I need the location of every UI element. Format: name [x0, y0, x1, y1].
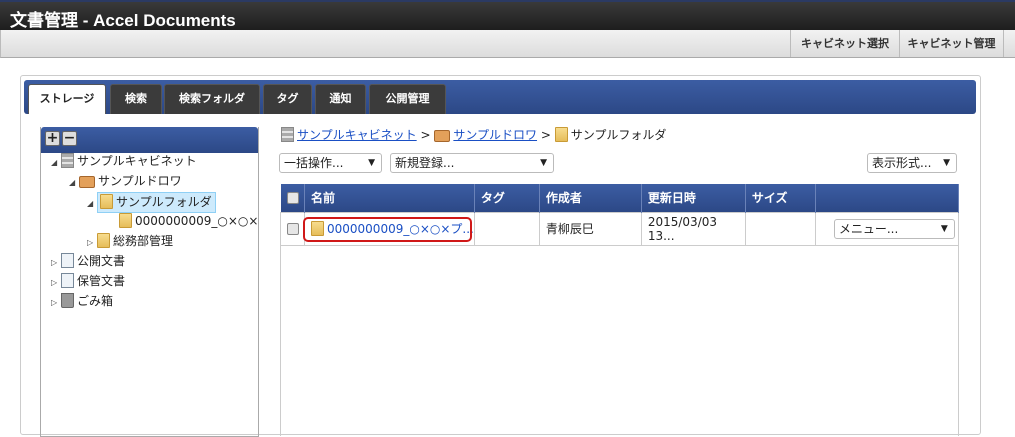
archive-document-icon — [61, 273, 74, 288]
breadcrumb-cabinet[interactable]: サンプルキャビネット — [297, 128, 417, 142]
table-empty-area — [280, 246, 959, 436]
breadcrumb-drawer[interactable]: サンプルドロワ — [453, 128, 537, 142]
node-label: 公開文書 — [77, 254, 126, 268]
node-label: サンプルキャビネット — [77, 154, 197, 168]
tab-publish[interactable]: 公開管理 — [369, 84, 446, 114]
node-label: 0000000009_○×○×プロ — [135, 214, 259, 228]
cell-author: 青柳辰巳 — [538, 211, 642, 246]
col-menu — [815, 184, 960, 212]
col-size[interactable]: サイズ — [745, 184, 816, 212]
col-author[interactable]: 作成者 — [539, 184, 642, 212]
tree-node-cabinet[interactable]: ◢ サンプルキャビネット — [51, 152, 197, 171]
select-label: 新規登録... — [395, 156, 455, 170]
expand-all-button[interactable]: + — [45, 131, 60, 146]
node-label: ごみ箱 — [77, 294, 114, 308]
row-menu-select[interactable]: メニュー... ▼ — [833, 218, 955, 239]
tab-storage[interactable]: ストレージ — [28, 84, 106, 114]
toolbar: キャビネット選択 キャビネット管理 — [0, 30, 1015, 58]
dropdown-arrow-icon: ▼ — [368, 158, 375, 168]
dropdown-arrow-icon: ▼ — [940, 223, 948, 234]
new-register-select[interactable]: 新規登録... ▼ — [390, 153, 554, 173]
trash-icon — [61, 293, 74, 308]
public-document-icon — [61, 253, 74, 268]
cabinet-manage-button[interactable]: キャビネット管理 — [899, 30, 1004, 57]
select-all-checkbox[interactable] — [286, 192, 299, 205]
breadcrumb: サンプルキャビネット > サンプルドロワ > サンプルフォルダ — [281, 127, 666, 143]
document-icon — [119, 213, 132, 228]
tree-node-archive[interactable]: ▷ 保管文書 — [51, 272, 125, 291]
tab-bar: ストレージ 検索 検索フォルダ タグ 通知 公開管理 — [24, 80, 976, 114]
dropdown-arrow-icon: ▼ — [943, 158, 950, 168]
tree-node-general-affairs[interactable]: ▷ 総務部管理 — [87, 232, 173, 251]
tree-node-document[interactable]: 0000000009_○×○×プロ — [119, 212, 259, 231]
folder-icon — [554, 127, 568, 142]
breadcrumb-separator: > — [540, 128, 551, 142]
col-updated[interactable]: 更新日時 — [641, 184, 746, 212]
table-header: 名前 タグ 作成者 更新日時 サイズ — [280, 184, 960, 212]
tree-node-public[interactable]: ▷ 公開文書 — [51, 252, 125, 271]
cabinet-icon — [281, 127, 294, 142]
view-format-select[interactable]: 表示形式... ▼ — [867, 153, 957, 173]
drawer-icon — [434, 130, 451, 142]
folder-icon — [100, 194, 113, 209]
drawer-icon — [79, 176, 95, 188]
bulk-action-select[interactable]: 一括操作... ▼ — [279, 153, 382, 173]
breadcrumb-folder: サンプルフォルダ — [570, 128, 667, 142]
tree-node-drawer[interactable]: ◢ サンプルドロワ — [69, 172, 182, 191]
cell-tag — [473, 211, 540, 246]
select-label: メニュー... — [838, 221, 899, 236]
tree-node-folder[interactable]: ◢ サンプルフォルダ — [87, 192, 216, 213]
tab-search[interactable]: 検索 — [110, 84, 162, 114]
row-checkbox[interactable] — [287, 223, 299, 235]
tab-tag[interactable]: タグ — [263, 84, 312, 114]
select-label: 一括操作... — [284, 156, 344, 170]
dropdown-arrow-icon: ▼ — [540, 158, 547, 168]
tree-panel: + − ◢ サンプルキャビネット ◢ サンプルドロワ ◢ サンプルフォルダ 000000… — [40, 127, 259, 437]
tab-notify[interactable]: 通知 — [315, 84, 366, 114]
collapse-all-button[interactable]: − — [62, 131, 77, 146]
cabinet-icon — [61, 153, 74, 168]
cell-size — [744, 211, 816, 246]
col-tag[interactable]: タグ — [474, 184, 540, 212]
node-label: 総務部管理 — [113, 234, 174, 248]
tab-search-folder[interactable]: 検索フォルダ — [164, 84, 260, 114]
select-label: 表示形式... — [872, 156, 932, 170]
breadcrumb-separator: > — [420, 128, 431, 142]
cell-updated: 2015/03/03 13... — [640, 211, 746, 246]
tree-node-trash[interactable]: ▷ ごみ箱 — [51, 292, 113, 311]
highlight-annotation — [303, 217, 472, 242]
node-label: 保管文書 — [77, 274, 126, 288]
node-label: サンプルドロワ — [98, 174, 182, 188]
node-label: サンプルフォルダ — [116, 195, 212, 209]
col-name[interactable]: 名前 — [304, 184, 475, 212]
cabinet-select-button[interactable]: キャビネット選択 — [790, 30, 899, 57]
app-title: 文書管理 - Accel Documents — [0, 0, 1015, 30]
folder-icon — [97, 233, 110, 248]
